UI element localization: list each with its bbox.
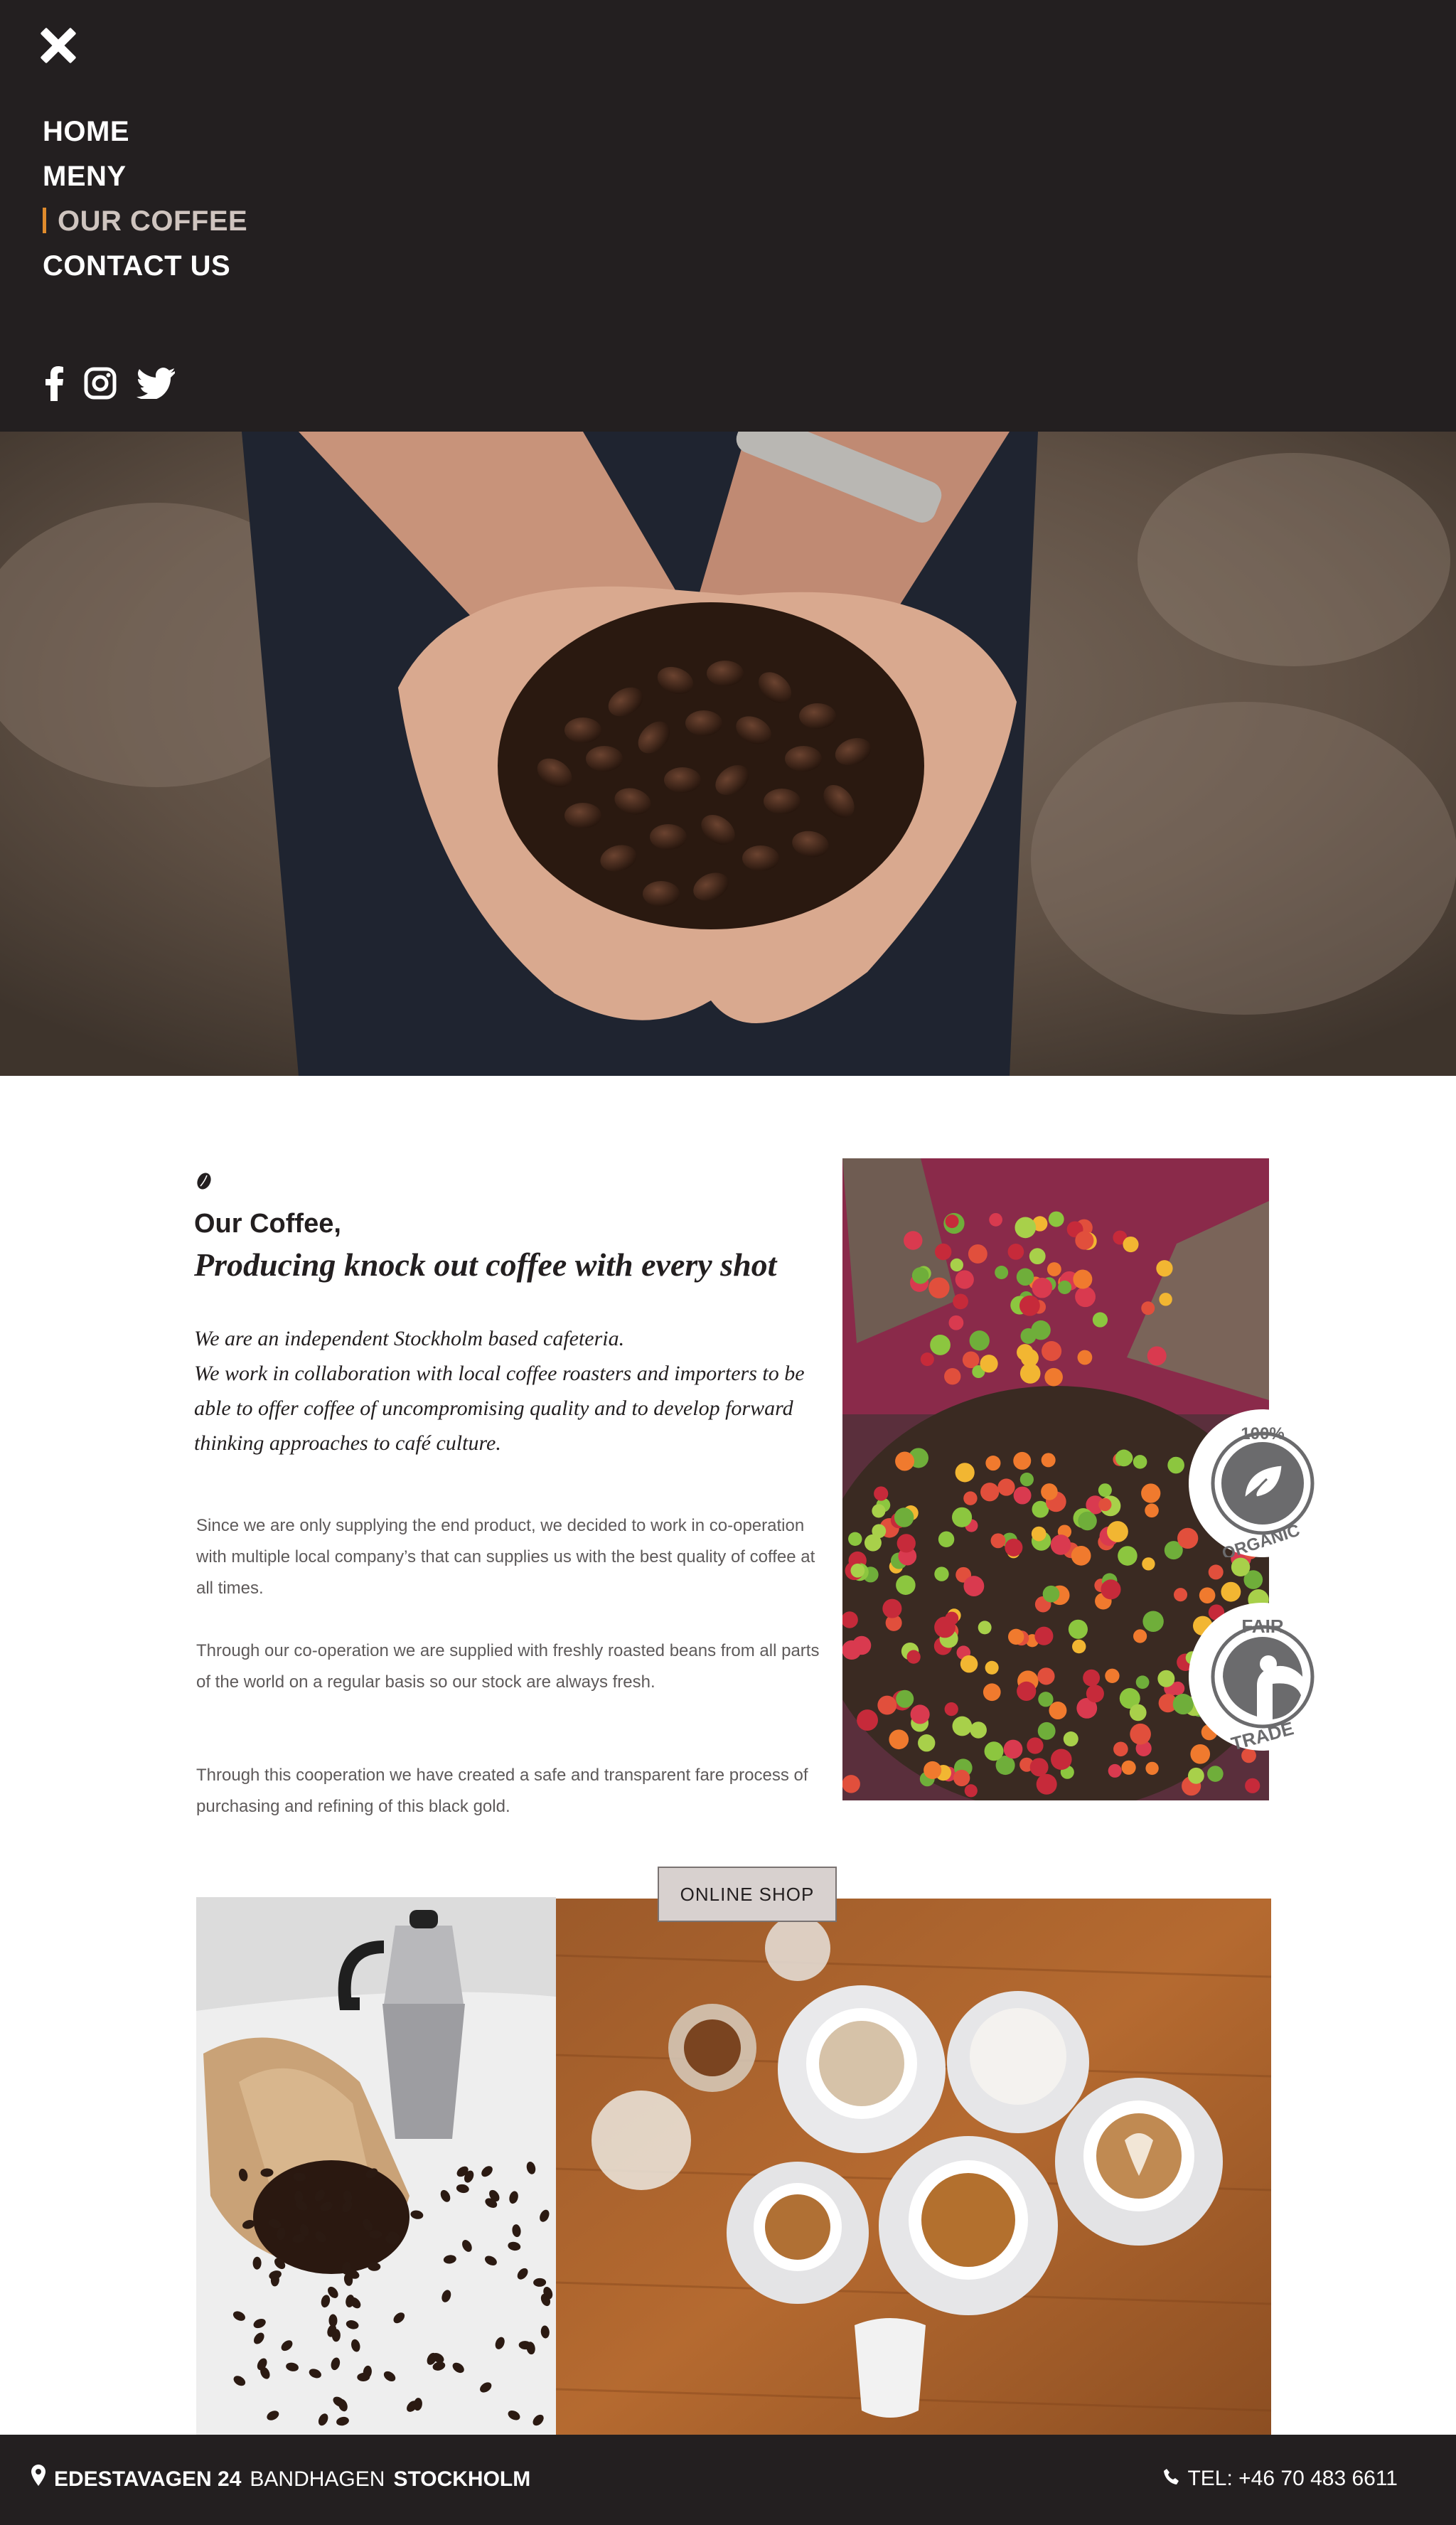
svg-text:ORGANIC: ORGANIC xyxy=(1220,1521,1302,1557)
coffee-bean-icon xyxy=(196,1172,212,1194)
menu-item-home[interactable]: HOME xyxy=(43,110,247,154)
close-icon[interactable] xyxy=(37,24,80,67)
address-area: BANDHAGEN xyxy=(250,2467,385,2491)
menu-item-contact-us[interactable]: CONTACT US xyxy=(43,244,247,289)
nav-overlay: HOME MENY OUR COFFEE CONTACT US xyxy=(0,0,1456,432)
coffee-cups-table-image xyxy=(556,1899,1271,2435)
section-subtitle: Producing knock out coffee with every sh… xyxy=(194,1247,777,1283)
svg-text:100%: 100% xyxy=(1241,1424,1284,1443)
main-menu: HOME MENY OUR COFFEE CONTACT US xyxy=(43,110,247,289)
lead-line-1: We are an independent Stockholm based ca… xyxy=(194,1327,625,1350)
paragraph-3: Through this cooperation we have created… xyxy=(196,1766,808,1816)
intro-lead: We are an independent Stockholm based ca… xyxy=(194,1321,820,1461)
online-shop-button[interactable]: ONLINE SHOP xyxy=(658,1867,837,1922)
location-pin-icon xyxy=(31,2465,46,2494)
paragraph-2: Through our co-operation we are supplied… xyxy=(196,1641,820,1692)
svg-text:FAIR: FAIR xyxy=(1241,1616,1283,1637)
moka-pot-beans-image xyxy=(196,1897,556,2435)
phone-icon xyxy=(1163,2465,1180,2493)
telephone[interactable]: TEL: +46 70 483 6611 xyxy=(1163,2465,1398,2493)
active-indicator xyxy=(43,208,46,233)
telephone-number[interactable]: TEL: +46 70 483 6611 xyxy=(1187,2465,1398,2493)
twitter-icon[interactable] xyxy=(136,368,175,402)
instagram-icon[interactable] xyxy=(84,367,117,403)
section-title: Our Coffee, xyxy=(194,1209,341,1239)
paragraph-1: Since we are only supplying the end prod… xyxy=(196,1516,815,1598)
hero-image xyxy=(0,432,1456,1076)
social-links xyxy=(46,365,175,405)
menu-item-our-coffee[interactable]: OUR COFFEE xyxy=(43,199,247,244)
address-city: STOCKHOLM xyxy=(393,2467,531,2491)
footer: EDESTAVAGEN 24 BANDHAGEN STOCKHOLM TEL: … xyxy=(0,2435,1456,2525)
address: EDESTAVAGEN 24 BANDHAGEN STOCKHOLM xyxy=(31,2465,530,2494)
address-street: EDESTAVAGEN 24 xyxy=(54,2467,242,2491)
facebook-icon[interactable] xyxy=(46,365,64,405)
organic-badge: 100% ORGANIC xyxy=(1189,1409,1337,1564)
fair-trade-badge: FAIR TRADE xyxy=(1189,1603,1337,1754)
menu-item-meny[interactable]: MENY xyxy=(43,154,247,199)
hands-holding-beans-image xyxy=(0,432,1456,1076)
lead-line-2: We work in collaboration with local coff… xyxy=(194,1362,805,1455)
